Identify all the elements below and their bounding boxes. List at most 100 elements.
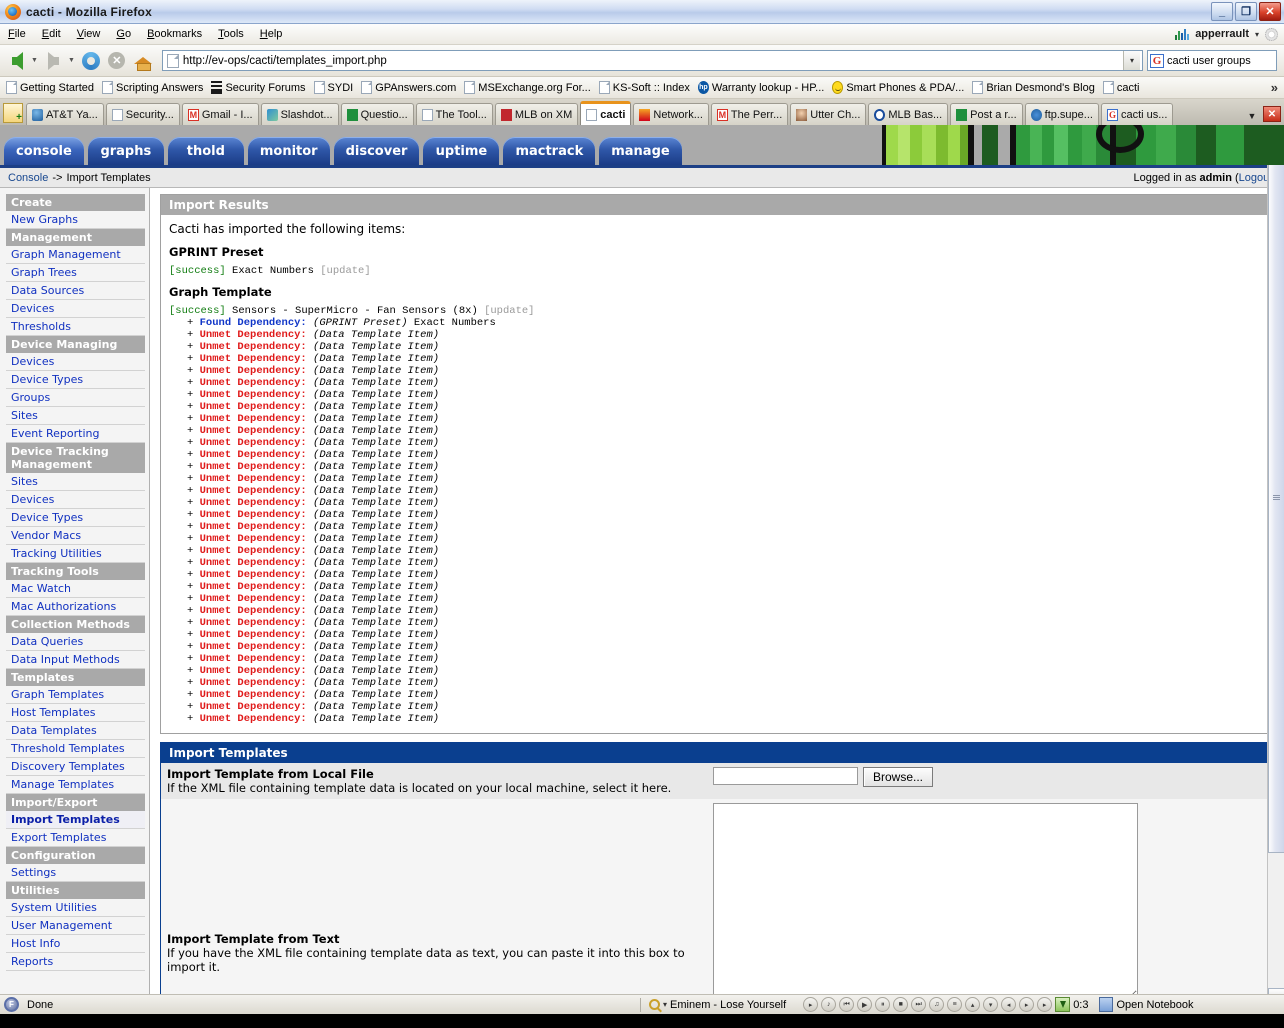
address-bar[interactable]: http://ev-ops/cacti/templates_import.php… <box>161 50 1143 71</box>
bookmarks-overflow-button[interactable]: » <box>1271 80 1284 95</box>
sidebar-item-host-info[interactable]: Host Info <box>6 935 145 953</box>
browser-tab[interactable]: AT&T Ya... <box>26 103 104 125</box>
browser-tab[interactable]: MLB on XM <box>494 103 579 125</box>
scrollbar-thumb[interactable] <box>1268 143 1284 853</box>
menu-view[interactable]: View <box>69 26 109 42</box>
bookmark-item[interactable]: Scripting Answers <box>99 80 208 95</box>
menu-help[interactable]: Help <box>252 26 291 42</box>
sidebar-item-sites[interactable]: Sites <box>6 473 145 491</box>
browser-tab[interactable]: Questio... <box>340 103 414 125</box>
close-button[interactable]: ✕ <box>1259 2 1281 21</box>
sidebar-item-graph-trees[interactable]: Graph Trees <box>6 264 145 282</box>
media-control-button[interactable]: ⏮ <box>839 997 855 1012</box>
media-control-button[interactable]: ▴ <box>965 997 981 1012</box>
open-notebook-label[interactable]: Open Notebook <box>1116 999 1193 1011</box>
sidebar-item-export-templates[interactable]: Export Templates <box>6 829 145 847</box>
sidebar-item-mac-watch[interactable]: Mac Watch <box>6 580 145 598</box>
browser-tab[interactable]: ftp.supe... <box>1024 103 1099 125</box>
media-control-button[interactable]: ⏭ <box>911 997 927 1012</box>
menu-bookmarks[interactable]: Bookmarks <box>139 26 210 42</box>
media-control-button[interactable]: ▸ <box>1037 997 1053 1012</box>
media-control-button[interactable]: ⏸ <box>875 997 891 1012</box>
media-control-button[interactable]: ♫ <box>929 997 945 1012</box>
search-icon[interactable] <box>649 999 660 1010</box>
menu-tools[interactable]: Tools <box>210 26 252 42</box>
back-button[interactable] <box>4 48 30 74</box>
menu-edit[interactable]: Edit <box>34 26 69 42</box>
sidebar-item-sites[interactable]: Sites <box>6 407 145 425</box>
page-scrollbar[interactable]: ▲ ▼ <box>1267 125 1284 1005</box>
back-dropdown-caret-icon[interactable]: ▼ <box>31 57 38 64</box>
cacti-nav-tab-discover[interactable]: discover <box>333 137 420 165</box>
media-control-button[interactable]: ◂ <box>1001 997 1017 1012</box>
sidebar-item-devices[interactable]: Devices <box>6 491 145 509</box>
download-icon[interactable] <box>1055 997 1071 1012</box>
menu-go[interactable]: Go <box>108 26 139 42</box>
notebook-icon[interactable] <box>1099 997 1114 1012</box>
browser-tab[interactable]: MLB Bas... <box>868 103 949 125</box>
new-tab-button[interactable] <box>3 103 23 123</box>
tab-close-button[interactable]: ✕ <box>1263 106 1281 122</box>
bookmark-item[interactable]: Security Forums <box>208 80 310 95</box>
media-control-button[interactable]: ▶ <box>857 997 873 1012</box>
bookmark-item[interactable]: Brian Desmond's Blog <box>969 80 1100 95</box>
sidebar-item-data-queries[interactable]: Data Queries <box>6 633 145 651</box>
gear-icon[interactable] <box>1265 27 1278 41</box>
sidebar-item-settings[interactable]: Settings <box>6 864 145 882</box>
sidebar-item-device-types[interactable]: Device Types <box>6 509 145 527</box>
sidebar-item-devices[interactable]: Devices <box>6 300 145 318</box>
sidebar-item-threshold-templates[interactable]: Threshold Templates <box>6 740 145 758</box>
bookmark-item[interactable]: SYDI <box>311 80 359 95</box>
cacti-nav-tab-manage[interactable]: manage <box>599 137 682 165</box>
bookmark-item[interactable]: hp Warranty lookup - HP... <box>695 80 830 95</box>
sidebar-item-tracking-utilities[interactable]: Tracking Utilities <box>6 545 145 563</box>
cacti-nav-tab-graphs[interactable]: graphs <box>87 137 164 165</box>
tab-list-button[interactable]: ▼ <box>1243 111 1261 125</box>
sidebar-item-graph-management[interactable]: Graph Management <box>6 246 145 264</box>
browser-tab[interactable]: Network... <box>633 103 709 125</box>
bookmark-item[interactable]: KS-Soft :: Index <box>596 80 695 95</box>
search-bar[interactable]: G cacti user groups <box>1147 50 1277 71</box>
sidebar-item-vendor-macs[interactable]: Vendor Macs <box>6 527 145 545</box>
media-control-button[interactable]: ▸ <box>803 997 819 1012</box>
sidebar-item-mac-authorizations[interactable]: Mac Authorizations <box>6 598 145 616</box>
media-control-button[interactable]: ■ <box>893 997 909 1012</box>
browser-tab[interactable]: M The Perr... <box>710 103 789 125</box>
cacti-nav-tab-uptime[interactable]: uptime <box>423 137 500 165</box>
cacti-nav-tab-console[interactable]: console <box>4 137 84 165</box>
browser-tab[interactable]: The Tool... <box>415 103 493 125</box>
media-control-button[interactable]: ♪ <box>821 997 837 1012</box>
sidebar-item-discovery-templates[interactable]: Discovery Templates <box>6 758 145 776</box>
toolbar-user-label[interactable]: apperrault <box>1195 28 1249 40</box>
sidebar-item-graph-templates[interactable]: Graph Templates <box>6 686 145 704</box>
sidebar-item-system-utilities[interactable]: System Utilities <box>6 899 145 917</box>
cacti-nav-tab-monitor[interactable]: monitor <box>247 137 330 165</box>
browser-tab[interactable]: Gcacti us... <box>1100 103 1174 125</box>
sidebar-item-device-types[interactable]: Device Types <box>6 371 145 389</box>
sidebar-item-user-management[interactable]: User Management <box>6 917 145 935</box>
media-menu-caret-icon[interactable]: ▾ <box>663 1000 667 1009</box>
menu-file[interactable]: File <box>0 26 34 42</box>
sidebar-item-data-sources[interactable]: Data Sources <box>6 282 145 300</box>
bookmark-item[interactable]: MSExchange.org For... <box>461 80 596 95</box>
sidebar-item-groups[interactable]: Groups <box>6 389 145 407</box>
media-control-button[interactable]: ▸ <box>1019 997 1035 1012</box>
home-button[interactable] <box>130 48 156 74</box>
restore-button[interactable]: ❐ <box>1235 2 1257 21</box>
forward-button[interactable] <box>41 48 67 74</box>
sidebar-item-import-templates[interactable]: Import Templates <box>6 811 145 829</box>
user-menu-caret-icon[interactable]: ▾ <box>1255 30 1259 39</box>
browser-tab-active[interactable]: cacti <box>580 101 632 125</box>
minimize-button[interactable]: _ <box>1211 2 1233 21</box>
cacti-nav-tab-thold[interactable]: thold <box>167 137 244 165</box>
sidebar-item-devices[interactable]: Devices <box>6 353 145 371</box>
cacti-nav-tab-mactrack[interactable]: mactrack <box>503 137 596 165</box>
browser-tab[interactable]: M Gmail - I... <box>181 103 259 125</box>
sidebar-item-data-input-methods[interactable]: Data Input Methods <box>6 651 145 669</box>
sidebar-item-manage-templates[interactable]: Manage Templates <box>6 776 145 794</box>
media-control-button[interactable]: ▾ <box>983 997 999 1012</box>
address-history-dropdown[interactable]: ▾ <box>1123 51 1140 70</box>
stop-button[interactable]: ✕ <box>104 48 130 74</box>
sidebar-item-new-graphs[interactable]: New Graphs <box>6 211 145 229</box>
sidebar-item-event-reporting[interactable]: Event Reporting <box>6 425 145 443</box>
